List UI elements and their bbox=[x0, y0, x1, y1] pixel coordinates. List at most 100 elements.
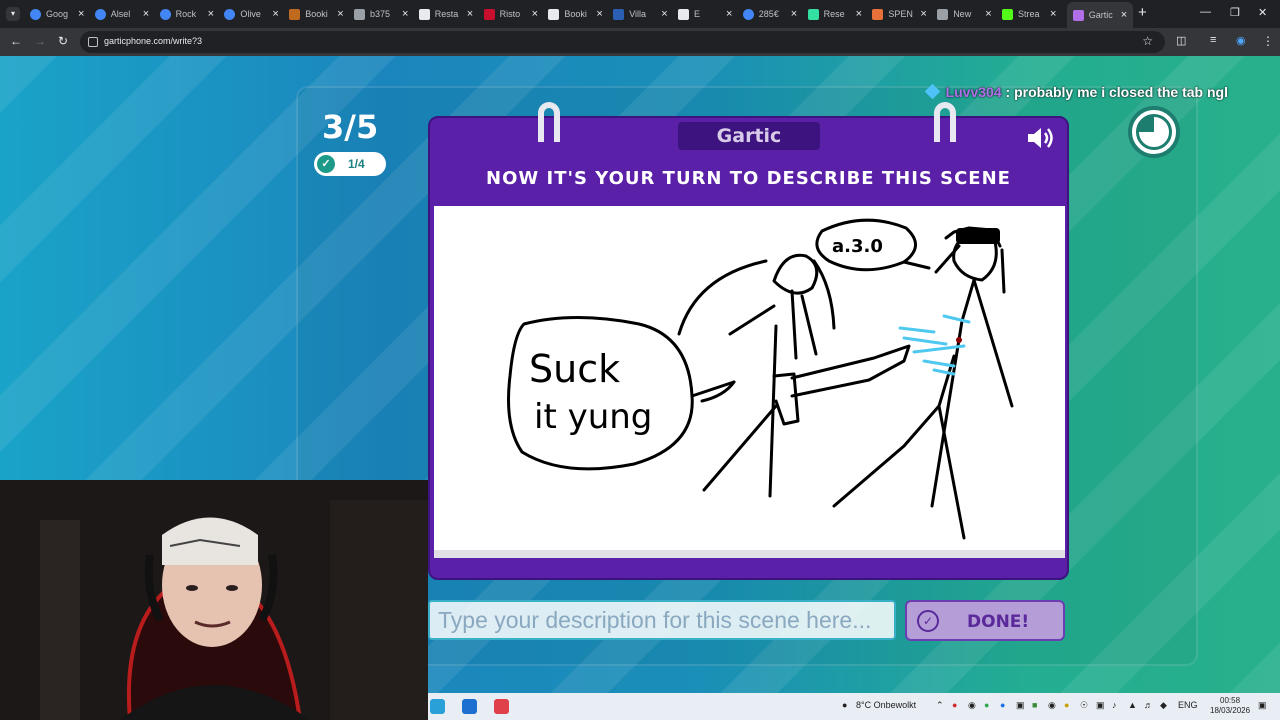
clock[interactable]: 00:58 18/03/2026 bbox=[1210, 696, 1250, 716]
volume-icon[interactable]: ♬ bbox=[1144, 700, 1153, 710]
tab-close-icon[interactable]: × bbox=[208, 8, 214, 20]
google-icon bbox=[159, 8, 171, 20]
description-input[interactable] bbox=[428, 600, 896, 640]
tab-close-icon[interactable]: × bbox=[1050, 8, 1056, 20]
weather-icon[interactable]: ● bbox=[842, 700, 847, 710]
reload-icon[interactable]: ↻ bbox=[58, 34, 68, 48]
speaker-icon[interactable] bbox=[1025, 126, 1055, 150]
notification-icon[interactable]: ▣ bbox=[1258, 700, 1267, 711]
bookmark-star-icon[interactable]: ☆ bbox=[1142, 34, 1153, 48]
address-bar[interactable]: garticphone.com/write?3 ☆ bbox=[80, 31, 1165, 53]
tab-close-icon[interactable]: × bbox=[920, 8, 926, 20]
tab-close-icon[interactable]: × bbox=[143, 8, 149, 20]
tab-title: Booki bbox=[564, 9, 587, 19]
player-drawing: Suck it yung a.3.0 bbox=[507, 218, 1014, 540]
tab-close-icon[interactable]: × bbox=[402, 8, 408, 20]
tab-title: Olive bbox=[240, 9, 261, 19]
check-icon: ✓ bbox=[317, 155, 335, 173]
minimize-icon[interactable]: — bbox=[1200, 6, 1211, 18]
close-window-icon[interactable]: ✕ bbox=[1258, 6, 1267, 19]
tab-close-icon[interactable]: × bbox=[272, 8, 278, 20]
reading-list-icon[interactable]: ≡ bbox=[1210, 34, 1216, 46]
timer-icon bbox=[1128, 106, 1180, 158]
tray-app-icon[interactable]: ◉ bbox=[968, 700, 976, 711]
browser-tab[interactable]: Rese × bbox=[807, 4, 862, 24]
browser-tab[interactable]: Alsel × bbox=[94, 4, 149, 24]
forward-icon[interactable]: → bbox=[34, 34, 46, 48]
tray-app-icon[interactable]: ☉ bbox=[1080, 700, 1088, 711]
tray-app-icon[interactable]: ▣ bbox=[1016, 700, 1025, 711]
tab-close-icon[interactable]: × bbox=[1121, 9, 1127, 21]
extensions-icon[interactable]: ◫ bbox=[1176, 34, 1186, 47]
done-button[interactable]: ✓ DONE! bbox=[905, 600, 1065, 641]
new-tab-button[interactable]: + bbox=[1138, 4, 1147, 21]
menu-icon[interactable]: ⋮ bbox=[1262, 34, 1274, 48]
browser-tab[interactable]: Rock × bbox=[159, 4, 214, 24]
network-icon[interactable]: ▲ bbox=[1128, 700, 1137, 710]
players-done-badge: ✓ 1/4 bbox=[314, 152, 386, 176]
tab-title: Rock bbox=[175, 9, 197, 19]
tab-close-icon[interactable]: × bbox=[532, 8, 538, 20]
tab-title: Risto bbox=[499, 9, 521, 19]
small-bubble-text: a.3.0 bbox=[832, 236, 883, 257]
browser-tab[interactable]: E × bbox=[678, 4, 732, 24]
tab-close-icon[interactable]: × bbox=[726, 8, 732, 20]
tab-close-icon[interactable]: × bbox=[78, 8, 84, 20]
chat-message: Luvv304 : probably me i closed the tab n… bbox=[924, 83, 1228, 100]
players-done-count: 1/4 bbox=[348, 157, 365, 171]
back-icon[interactable]: ← bbox=[10, 34, 22, 48]
tray-app-icon[interactable]: ● bbox=[952, 700, 957, 710]
tab-close-icon[interactable]: × bbox=[856, 8, 862, 20]
microphone-icon[interactable]: ♪ bbox=[1112, 700, 1117, 710]
browser-tab[interactable]: 285€ × bbox=[742, 4, 797, 24]
profile-extension-icon[interactable]: ◉ bbox=[1236, 34, 1246, 47]
tab-title: E bbox=[694, 9, 701, 19]
weather-text[interactable]: 8°C Onbewolkt bbox=[856, 700, 916, 710]
tray-app-icon[interactable]: ■ bbox=[1032, 700, 1037, 710]
tray-app-icon[interactable]: ● bbox=[1000, 700, 1005, 710]
browser-tab[interactable]: Booki × bbox=[289, 4, 344, 24]
gartic-icon bbox=[1072, 9, 1084, 21]
browser-tab[interactable]: SPEN × bbox=[872, 4, 927, 24]
speech-bubble-left bbox=[507, 316, 694, 471]
bluetooth-icon[interactable]: ◆ bbox=[1160, 700, 1167, 711]
browser-tab[interactable]: New × bbox=[937, 4, 992, 24]
tab-close-icon[interactable]: × bbox=[596, 8, 602, 20]
language-indicator[interactable]: ENG bbox=[1178, 700, 1198, 710]
tab-close-icon[interactable]: × bbox=[985, 8, 991, 20]
tray-overflow-icon[interactable]: ⌃ bbox=[936, 700, 944, 711]
browser-tab[interactable]: Goog × bbox=[30, 4, 84, 24]
browser-tab[interactable]: Resta × bbox=[418, 4, 473, 24]
tab-title: New bbox=[953, 9, 972, 19]
browser-tab[interactable]: b375 × bbox=[354, 4, 408, 24]
e-icon bbox=[678, 8, 689, 20]
tab-close-icon[interactable]: × bbox=[661, 8, 667, 20]
vscode-taskbar-icon[interactable] bbox=[430, 699, 445, 714]
gartic-logo: Gartic bbox=[678, 122, 820, 150]
booking-icon bbox=[548, 8, 560, 20]
browser-tab[interactable]: Booki × bbox=[548, 4, 603, 24]
tray-app-icon[interactable]: ● bbox=[984, 700, 989, 710]
browser-tab[interactable]: Gartic × bbox=[1066, 2, 1134, 28]
tab-title: Resta bbox=[434, 9, 459, 19]
tray-app-icon[interactable]: ● bbox=[1064, 700, 1069, 710]
tab-title: Booki bbox=[305, 9, 328, 19]
tray-app-icon[interactable]: ◉ bbox=[1048, 700, 1056, 711]
browser-tab[interactable]: Strea × bbox=[1002, 4, 1056, 24]
tab-title: SPEN bbox=[888, 9, 913, 19]
tray-app-icon[interactable]: ▣ bbox=[1096, 700, 1105, 711]
tab-search-dropdown-icon[interactable]: ▾ bbox=[6, 7, 20, 21]
paint-taskbar-icon[interactable] bbox=[494, 699, 509, 714]
tab-close-icon[interactable]: × bbox=[337, 8, 343, 20]
google-icon bbox=[94, 8, 106, 20]
drawing-caption-line1: Suck bbox=[529, 347, 620, 391]
tab-close-icon[interactable]: × bbox=[791, 8, 797, 20]
tab-close-icon[interactable]: × bbox=[467, 8, 473, 20]
browser-tab[interactable]: Risto × bbox=[483, 4, 538, 24]
browser-tab[interactable]: Olive × bbox=[224, 4, 279, 24]
drawing-canvas: Suck it yung a.3.0 bbox=[434, 206, 1065, 558]
app-taskbar-icon[interactable] bbox=[462, 699, 477, 714]
restore-icon[interactable]: ❐ bbox=[1230, 6, 1240, 19]
browser-tab[interactable]: Villa × bbox=[613, 4, 668, 24]
site-info-icon[interactable] bbox=[88, 37, 98, 47]
